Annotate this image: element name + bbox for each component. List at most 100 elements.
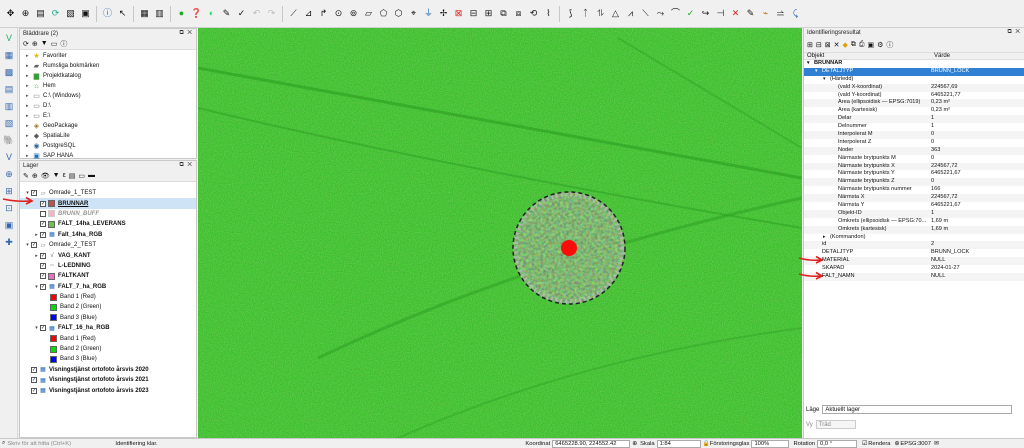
browser-item[interactable]: ▸ ▆ Projektkatalog (20, 71, 196, 81)
object-column-header[interactable]: Objekt (804, 53, 931, 59)
identify-result-row[interactable]: Närmaste brytpunkts M 0 (804, 154, 1024, 163)
identify-result-row[interactable]: Interpolerat M 0 (804, 131, 1024, 139)
expand-arrow-icon[interactable]: ▾ (815, 68, 822, 76)
expand-arrow-icon[interactable]: ▸ (33, 232, 40, 238)
layer-visibility-checkbox[interactable]: ✓ (40, 200, 46, 207)
collapse-tree-icon[interactable]: ⊟ (816, 41, 822, 49)
browser-item[interactable]: ▸ ★ Favoriter (20, 51, 196, 61)
split-icon[interactable]: ⊟ (467, 7, 480, 20)
highlight-icon[interactable]: ◆ (843, 41, 848, 49)
curve-tool-icon[interactable]: ↪ (699, 7, 712, 20)
snapping-icon[interactable]: ⟆ (564, 7, 577, 20)
add-geopackage-icon[interactable]: ▥ (2, 99, 16, 113)
browser-item[interactable]: ▸ ◉ PostgreSQL (20, 141, 196, 151)
identify-result-row[interactable]: Noder 363 (804, 146, 1024, 155)
layer-visibility-checkbox[interactable]: ✓ (40, 221, 46, 228)
collapse-all-icon[interactable]: ▭ (51, 40, 58, 48)
pan-to-selection-icon[interactable]: ✥ (4, 7, 17, 20)
save-edits-icon[interactable]: ✓ (235, 7, 248, 20)
render-checkbox[interactable]: ☑ (862, 441, 867, 447)
add-wms-icon[interactable]: ⊕ (2, 167, 16, 181)
zoom-layer-icon[interactable]: ▤ (34, 7, 47, 20)
add-wcs-icon[interactable]: ⊞ (2, 184, 16, 198)
well-point-marker[interactable] (561, 240, 577, 256)
layer-visibility-checkbox[interactable]: ✓ (31, 366, 37, 373)
circle-tool-icon[interactable]: ⊙ (332, 7, 345, 20)
copy-feature-icon[interactable]: ⧉ (851, 41, 856, 49)
layer-visibility-checkbox[interactable]: ✓ (40, 231, 46, 238)
rotate-icon[interactable]: ⟲ (527, 7, 540, 20)
expand-all-icon[interactable]: ▤ (69, 172, 76, 180)
delete-ring-icon[interactable]: ⟍ (639, 7, 652, 20)
mode-select[interactable]: Aktuellt lager (822, 405, 1013, 414)
arc-icon[interactable]: ⌒ (669, 7, 682, 20)
edit-pencil-icon[interactable]: ✎ (220, 7, 233, 20)
legend-item[interactable]: Band 1 (Red) (20, 333, 196, 343)
undo-icon[interactable]: ↶ (250, 7, 263, 20)
layer-visibility-checkbox[interactable]: ✓ (40, 262, 46, 269)
layer-visibility-checkbox[interactable]: ✓ (40, 283, 46, 290)
cancel-icon[interactable]: ✕ (729, 7, 742, 20)
split-line-icon[interactable]: ⊣ (714, 7, 727, 20)
refresh-icon[interactable]: ⟳ (23, 40, 29, 48)
layer-visibility-checkbox[interactable]: ✓ (31, 242, 37, 249)
browser-item[interactable]: ▸ ▭ E:\ (20, 111, 196, 121)
plugin-icon[interactable]: ● (175, 7, 188, 20)
map-canvas[interactable] (198, 28, 802, 438)
expand-arrow-icon[interactable]: ▾ (807, 60, 814, 68)
layer-item[interactable]: ✓ FALTKANT (20, 271, 196, 281)
add-wfs-icon[interactable]: ⊡ (2, 201, 16, 215)
tape-icon[interactable]: ▣ (79, 7, 92, 20)
identify-result-row[interactable]: Objekt-ID 1 (804, 209, 1024, 218)
add-selected-icon[interactable]: ⊕ (32, 40, 38, 48)
expand-arrow-icon[interactable]: ▸ (823, 234, 830, 242)
layer-item[interactable]: ▾ ✓ ▦ FALT_7_ha_RGB (20, 282, 196, 292)
add-group-icon[interactable]: ⊕ (32, 172, 38, 180)
layer-item[interactable]: ▾ ✓ ▱ Omrade_2_TEST (20, 240, 196, 250)
collapse-all-icon[interactable]: ▭ (78, 172, 85, 180)
crs-label[interactable]: EPSG:3007 (900, 441, 931, 447)
move-feature-icon[interactable]: ✢ (437, 7, 450, 20)
delete-feature-icon[interactable]: ⊠ (452, 7, 465, 20)
help-icon[interactable]: ⓘ (886, 40, 893, 50)
new-temporary-layer-icon[interactable]: ✚ (2, 235, 16, 249)
expand-arrow-icon[interactable]: ▾ (24, 242, 31, 248)
legend-item[interactable]: Band 3 (Blue) (20, 313, 196, 323)
layer-visibility-checkbox[interactable] (40, 210, 46, 217)
panel-float-close-icon[interactable]: ⧉ ✕ (179, 30, 193, 37)
advanced-digitize-icon[interactable]: ⥬ (774, 7, 787, 20)
layer-item[interactable]: ▸ ✓ ▦ Falt_14ha_RGB (20, 230, 196, 240)
layer-visibility-checkbox[interactable]: ✓ (40, 325, 46, 332)
expand-arrow-icon[interactable]: ▸ (33, 253, 40, 259)
view-select[interactable]: Träd (815, 420, 856, 429)
browser-item[interactable]: ▸ ▭ C:\ (Windows) (20, 91, 196, 101)
identify-result-row[interactable]: MATERIAL NULL (804, 257, 1024, 266)
fill-ring-icon[interactable]: △ (609, 7, 622, 20)
regular-polygon-icon[interactable]: ⬡ (392, 7, 405, 20)
panel-float-close-icon[interactable]: ⧉ ✕ (1007, 29, 1021, 36)
expand-arrow-icon[interactable]: ▾ (33, 325, 40, 331)
print-icon[interactable]: ⎙ (859, 41, 865, 49)
identify-result-row[interactable]: ▾ BRUNNAR (804, 60, 1024, 68)
legend-item[interactable]: Band 1 (Red) (20, 292, 196, 302)
layer-visibility-checkbox[interactable]: ✓ (31, 387, 37, 394)
identify-result-row[interactable]: Interpolerat Z 0 (804, 138, 1024, 147)
browser-item[interactable]: ▸ ⌂ Hem (20, 81, 196, 91)
expand-arrow-icon[interactable]: ▾ (823, 76, 830, 84)
identify-select-icon[interactable]: ▣ (868, 41, 875, 49)
add-raster-layer-icon[interactable]: ▦ (2, 48, 16, 62)
field-calculator-icon[interactable]: ▥ (153, 7, 166, 20)
identify-result-row[interactable]: DETALJTYP BRUNN_LOCK (804, 249, 1024, 258)
identify-result-row[interactable]: Närmsta X 224567,72 (804, 194, 1024, 203)
pin-icon[interactable]: ✎ (744, 7, 757, 20)
identify-result-row[interactable]: Närmaste brytpunkts Y 6465221,67 (804, 170, 1024, 179)
browser-item[interactable]: ▸ ◈ GeoPackage (20, 121, 196, 131)
legend-item[interactable]: Band 3 (Blue) (20, 354, 196, 364)
rectangle-tool-icon[interactable]: ▱ (362, 7, 375, 20)
identify-result-row[interactable]: FALT_NAMN NULL (804, 273, 1024, 281)
digitize-polygon-icon[interactable]: ⊿ (302, 7, 315, 20)
expand-tree-icon[interactable]: ⊞ (807, 41, 813, 49)
filter-icon[interactable]: ▼ (53, 172, 60, 179)
scale-field[interactable]: 1:84 (656, 439, 701, 448)
identify-result-row[interactable]: id 2 (804, 241, 1024, 250)
